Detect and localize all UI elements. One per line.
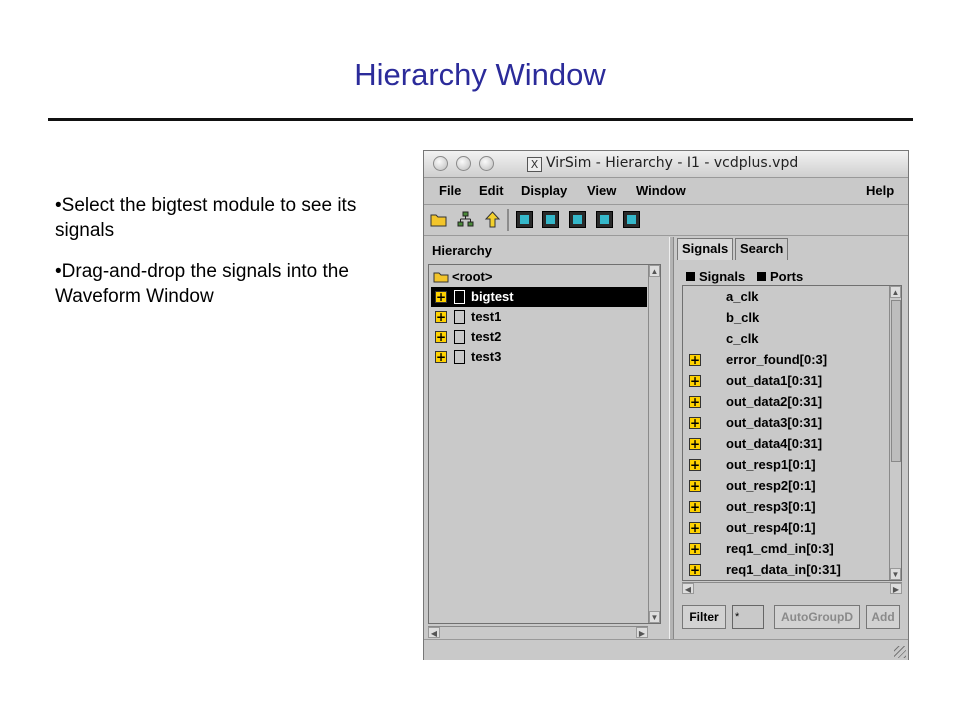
hierarchy-vertical-scrollbar[interactable]: ▲ ▼ <box>648 265 660 623</box>
scroll-down-arrow-icon[interactable]: ▼ <box>890 568 901 580</box>
hierarchy-tree: <root> + bigtest + test1 + test2 + test3… <box>428 264 661 624</box>
expand-icon[interactable]: + <box>435 331 447 343</box>
expand-icon[interactable]: + <box>689 543 701 555</box>
expand-icon[interactable]: + <box>689 522 701 534</box>
toolbar-separator <box>507 209 509 231</box>
resize-grip-icon[interactable] <box>894 646 906 658</box>
hierarchy-tree-icon[interactable] <box>457 211 474 228</box>
expand-icon[interactable]: + <box>689 375 701 387</box>
signal-out-data1[interactable]: + out_data1[0:31] <box>683 370 883 391</box>
expand-icon[interactable]: + <box>689 417 701 429</box>
signal-req1-data-in[interactable]: + req1_data_in[0:31] <box>683 559 883 580</box>
hierarchy-window: X VirSim - Hierarchy - I1 - vcdplus.vpd … <box>423 150 909 660</box>
module-icon <box>454 290 465 304</box>
menu-display[interactable]: Display <box>521 183 567 198</box>
filter-signals-checkbox[interactable]: Signals <box>686 269 745 284</box>
scroll-thumb[interactable] <box>891 300 901 462</box>
toolbar <box>424 205 908 236</box>
signal-c-clk[interactable]: c_clk <box>683 328 883 349</box>
hierarchy-label: Hierarchy <box>432 243 492 258</box>
up-arrow-icon[interactable] <box>484 211 501 228</box>
signal-out-data3[interactable]: + out_data3[0:31] <box>683 412 883 433</box>
bullet-drag-drop: •Drag-and-drop the signals into the Wave… <box>55 261 349 307</box>
signal-b-clk[interactable]: b_clk <box>683 307 883 328</box>
tree-root[interactable]: <root> <box>431 267 647 287</box>
module-icon <box>454 310 465 324</box>
signal-error-found[interactable]: + error_found[0:3] <box>683 349 883 370</box>
checkbox-checked-icon <box>686 272 695 281</box>
signal-out-resp1[interactable]: + out_resp1[0:1] <box>683 454 883 475</box>
scroll-right-arrow-icon[interactable]: ▶ <box>636 627 648 638</box>
close-window-button[interactable] <box>433 156 448 171</box>
expand-icon[interactable]: + <box>689 501 701 513</box>
signal-out-resp2[interactable]: + out_resp2[0:1] <box>683 475 883 496</box>
scroll-down-arrow-icon[interactable]: ▼ <box>649 611 660 623</box>
pane-splitter[interactable] <box>669 237 674 645</box>
expand-icon[interactable]: + <box>689 459 701 471</box>
expand-icon[interactable]: + <box>689 438 701 450</box>
scroll-up-arrow-icon[interactable]: ▲ <box>890 286 901 298</box>
scroll-up-arrow-icon[interactable]: ▲ <box>649 265 660 277</box>
bullet-list: •Select the bigtest module to see its si… <box>55 193 405 325</box>
module-icon <box>454 330 465 344</box>
expand-icon[interactable]: + <box>435 311 447 323</box>
tree-item-test2[interactable]: + test2 <box>431 327 647 347</box>
filter-input[interactable]: * <box>732 605 764 629</box>
scroll-left-arrow-icon[interactable]: ◀ <box>428 627 440 638</box>
expand-icon[interactable]: + <box>689 396 701 408</box>
module-icon <box>454 350 465 364</box>
open-folder-icon[interactable] <box>430 211 447 228</box>
signal-list: a_clk b_clk c_clk + error_found[0:3] + out… <box>682 285 902 581</box>
window-titlebar[interactable]: X VirSim - Hierarchy - I1 - vcdplus.vpd <box>424 151 908 178</box>
status-bar <box>424 639 908 660</box>
menu-edit[interactable]: Edit <box>479 183 504 198</box>
tab-search[interactable]: Search <box>735 238 789 260</box>
scroll-left-arrow-icon[interactable]: ◀ <box>682 583 694 594</box>
menu-bar: File Edit Display View Window Help <box>424 178 908 205</box>
go-to-list-icon[interactable] <box>623 211 640 228</box>
menu-help[interactable]: Help <box>866 183 894 198</box>
expand-icon[interactable]: + <box>435 291 447 303</box>
zoom-window-button[interactable] <box>479 156 494 171</box>
go-to-waveform-icon[interactable] <box>516 211 533 228</box>
bullet-select-module: •Select the bigtest module to see its si… <box>55 195 357 241</box>
signal-req1-cmd-in[interactable]: + req1_cmd_in[0:3] <box>683 538 883 559</box>
signal-out-resp4[interactable]: + out_resp4[0:1] <box>683 517 883 538</box>
x11-logo-icon: X <box>527 157 542 172</box>
checkbox-checked-icon <box>757 272 766 281</box>
signal-list-horizontal-scrollbar[interactable]: ◀ ▶ <box>682 582 902 594</box>
go-to-source-icon[interactable] <box>596 211 613 228</box>
tab-signals[interactable]: Signals <box>677 238 734 260</box>
filter-button[interactable]: Filter <box>682 605 726 629</box>
filter-ports-checkbox[interactable]: Ports <box>757 269 803 284</box>
autogroup-button[interactable]: AutoGroupD <box>774 605 860 629</box>
signal-a-clk[interactable]: a_clk <box>683 286 883 307</box>
signal-list-vertical-scrollbar[interactable]: ▲ ▼ <box>889 286 901 580</box>
go-to-register-icon[interactable] <box>542 211 559 228</box>
expand-icon[interactable]: + <box>689 354 701 366</box>
scroll-right-arrow-icon[interactable]: ▶ <box>890 583 902 594</box>
folder-icon <box>433 272 449 283</box>
menu-file[interactable]: File <box>439 183 461 198</box>
hierarchy-horizontal-scrollbar[interactable]: ◀ ▶ <box>428 626 648 638</box>
window-title: VirSim - Hierarchy - I1 - vcdplus.vpd <box>546 155 799 171</box>
tree-item-test1[interactable]: + test1 <box>431 307 647 327</box>
signal-out-data2[interactable]: + out_data2[0:31] <box>683 391 883 412</box>
add-button[interactable]: Add <box>866 605 900 629</box>
slide-title: Hierarchy Window <box>354 57 606 92</box>
tree-item-test3[interactable]: + test3 <box>431 347 647 367</box>
title-divider <box>48 118 913 121</box>
expand-icon[interactable]: + <box>689 480 701 492</box>
minimize-window-button[interactable] <box>456 156 471 171</box>
signal-out-resp3[interactable]: + out_resp3[0:1] <box>683 496 883 517</box>
menu-view[interactable]: View <box>587 183 616 198</box>
menu-window[interactable]: Window <box>636 183 686 198</box>
tree-item-bigtest[interactable]: + bigtest <box>431 287 647 307</box>
expand-icon[interactable]: + <box>435 351 447 363</box>
expand-icon[interactable]: + <box>689 564 701 576</box>
signal-out-data4[interactable]: + out_data4[0:31] <box>683 433 883 454</box>
go-to-logic-icon[interactable] <box>569 211 586 228</box>
